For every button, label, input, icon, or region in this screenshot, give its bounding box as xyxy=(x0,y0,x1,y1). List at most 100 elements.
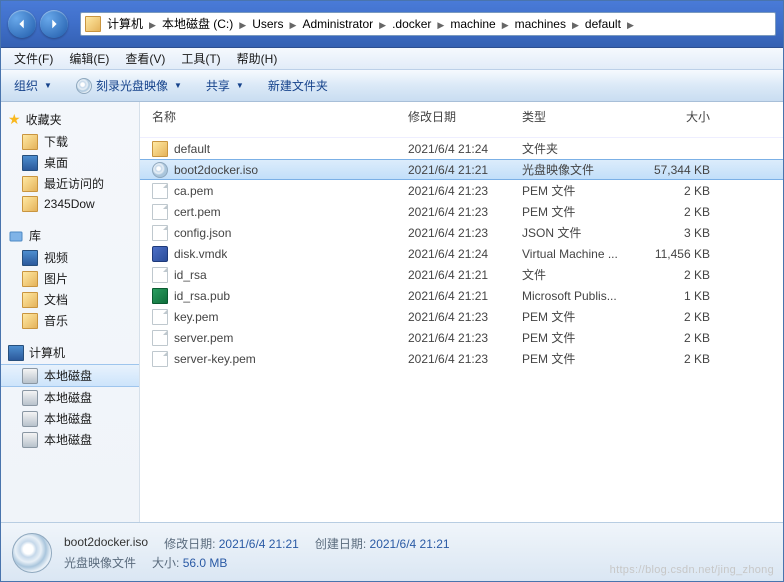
sidebar-favorite-item[interactable]: 下载 xyxy=(0,131,139,152)
star-icon: ★ xyxy=(8,111,21,128)
file-name: server.pem xyxy=(174,331,233,345)
organize-label: 组织 xyxy=(14,77,38,94)
share-button[interactable]: 共享 ▼ xyxy=(200,75,250,96)
sidebar-drive-item[interactable]: 本地磁盘 xyxy=(0,387,139,408)
organize-button[interactable]: 组织 ▼ xyxy=(8,75,58,96)
burn-disc-button[interactable]: 刻录光盘映像 ▼ xyxy=(70,75,188,96)
breadcrumb-segment[interactable]: machines xyxy=(513,17,568,31)
breadcrumb-separator-icon: ▶ xyxy=(286,20,301,30)
favorites-header[interactable]: ★ 收藏夹 xyxy=(0,108,139,131)
file-row[interactable]: id_rsa.pub2021/6/4 21:21Microsoft Publis… xyxy=(140,285,784,306)
sidebar-library-item[interactable]: 图片 xyxy=(0,268,139,289)
file-date: 2021/6/4 21:23 xyxy=(408,205,522,219)
sidebar-drive-item[interactable]: 本地磁盘 xyxy=(0,364,139,387)
file-date: 2021/6/4 21:21 xyxy=(408,268,522,282)
file-size: 1 KB xyxy=(640,289,710,303)
file-date: 2021/6/4 21:23 xyxy=(408,184,522,198)
chevron-down-icon: ▼ xyxy=(174,81,182,90)
breadcrumb-segment[interactable]: .docker xyxy=(390,17,433,31)
favorites-label: 收藏夹 xyxy=(26,111,62,128)
sidebar-favorite-item[interactable]: 桌面 xyxy=(0,152,139,173)
breadcrumb-segment[interactable]: Users xyxy=(250,17,285,31)
breadcrumb-separator-icon: ▶ xyxy=(235,20,250,30)
breadcrumb-separator-icon: ▶ xyxy=(145,20,160,30)
watermark: https://blog.csdn.net/jing_zhong xyxy=(610,564,774,576)
breadcrumb-segment[interactable]: machine xyxy=(448,17,497,31)
breadcrumb-segment[interactable]: Administrator xyxy=(300,17,375,31)
burn-label: 刻录光盘映像 xyxy=(96,77,168,94)
file-row[interactable]: boot2docker.iso2021/6/4 21:21光盘映像文件57,34… xyxy=(140,159,784,180)
details-size-label: 大小: xyxy=(152,556,179,570)
file-size: 3 KB xyxy=(640,226,710,240)
file-date: 2021/6/4 21:23 xyxy=(408,226,522,240)
details-mod-value: 2021/6/4 21:21 xyxy=(219,537,299,551)
file-type: PEM 文件 xyxy=(522,329,640,346)
file-row[interactable]: config.json2021/6/4 21:23JSON 文件3 KB xyxy=(140,222,784,243)
lib-icon xyxy=(22,250,38,266)
breadcrumb-separator-icon: ▶ xyxy=(433,20,448,30)
back-button[interactable] xyxy=(8,10,36,38)
breadcrumb-segment[interactable]: 本地磁盘 (C:) xyxy=(160,17,235,31)
sidebar-favorite-item[interactable]: 2345Dow xyxy=(0,194,139,214)
file-row[interactable]: ca.pem2021/6/4 21:23PEM 文件2 KB xyxy=(140,180,784,201)
file-date: 2021/6/4 21:21 xyxy=(408,163,522,177)
sidebar-library-item[interactable]: 文档 xyxy=(0,289,139,310)
file-name: disk.vmdk xyxy=(174,247,227,261)
file-date: 2021/6/4 21:23 xyxy=(408,331,522,345)
sidebar-drive-item[interactable]: 本地磁盘 xyxy=(0,408,139,429)
address-bar[interactable]: 计算机▶本地磁盘 (C:)▶Users▶Administrator▶.docke… xyxy=(80,12,776,36)
fav-icon xyxy=(22,155,38,171)
fav-label: 2345Dow xyxy=(44,197,95,211)
file-type: 光盘映像文件 xyxy=(522,161,640,178)
file-size: 2 KB xyxy=(640,205,710,219)
breadcrumb-segment[interactable]: default xyxy=(583,17,623,31)
sidebar-favorite-item[interactable]: 最近访问的 xyxy=(0,173,139,194)
file-type: Microsoft Publis... xyxy=(522,289,640,303)
file-date: 2021/6/4 21:24 xyxy=(408,142,522,156)
computer-header[interactable]: 计算机 xyxy=(0,341,139,364)
drive-icon xyxy=(22,411,38,427)
menu-file[interactable]: 文件(F) xyxy=(6,48,61,69)
file-row[interactable]: cert.pem2021/6/4 21:23PEM 文件2 KB xyxy=(140,201,784,222)
file-name: server-key.pem xyxy=(174,352,256,366)
drive-label: 本地磁盘 xyxy=(44,410,92,427)
file-date: 2021/6/4 21:24 xyxy=(408,247,522,261)
new-folder-button[interactable]: 新建文件夹 xyxy=(262,75,334,96)
breadcrumb-segment[interactable]: 计算机 xyxy=(105,17,145,31)
menu-tools[interactable]: 工具(T) xyxy=(173,48,228,69)
sidebar-library-item[interactable]: 音乐 xyxy=(0,310,139,331)
forward-button[interactable] xyxy=(40,10,68,38)
libraries-header[interactable]: 库 xyxy=(0,224,139,247)
file-name: default xyxy=(174,142,210,156)
drive-icon xyxy=(22,390,38,406)
column-type[interactable]: 类型 xyxy=(522,108,640,125)
details-mod-label: 修改日期: xyxy=(164,537,215,551)
sidebar-library-item[interactable]: 视频 xyxy=(0,247,139,268)
menu-help[interactable]: 帮助(H) xyxy=(229,48,286,69)
file-icon xyxy=(152,204,168,220)
main-split: ★ 收藏夹 下载桌面最近访问的 2345Dow 库 视频图片文档音乐 计算机 本地… xyxy=(0,102,784,522)
file-row[interactable]: server-key.pem2021/6/4 21:23PEM 文件2 KB xyxy=(140,348,784,369)
file-icon xyxy=(152,309,168,325)
lib-icon xyxy=(22,292,38,308)
column-size[interactable]: 大小 xyxy=(640,108,710,125)
lib-icon xyxy=(22,271,38,287)
breadcrumb-separator-icon: ▶ xyxy=(568,20,583,30)
file-row[interactable]: default2021/6/4 21:24文件夹 xyxy=(140,138,784,159)
file-type: JSON 文件 xyxy=(522,224,640,241)
sidebar-drive-item[interactable]: 本地磁盘 xyxy=(0,429,139,450)
column-name[interactable]: 名称 xyxy=(150,108,408,125)
disc-icon xyxy=(76,78,92,94)
file-row[interactable]: disk.vmdk 2021/6/4 21:24Virtual Machine .… xyxy=(140,243,784,264)
computer-icon xyxy=(8,345,24,361)
menu-edit[interactable]: 编辑(E) xyxy=(61,48,117,69)
details-create-label: 创建日期: xyxy=(315,537,366,551)
file-row[interactable]: server.pem2021/6/4 21:23PEM 文件2 KB xyxy=(140,327,784,348)
file-type: Virtual Machine ... xyxy=(522,247,640,261)
fav-label: 桌面 xyxy=(44,154,68,171)
menu-view[interactable]: 查看(V) xyxy=(117,48,173,69)
column-date[interactable]: 修改日期 xyxy=(408,108,522,125)
file-row[interactable]: key.pem2021/6/4 21:23PEM 文件2 KB xyxy=(140,306,784,327)
file-row[interactable]: id_rsa2021/6/4 21:21文件2 KB xyxy=(140,264,784,285)
fav-label: 最近访问的 xyxy=(44,175,104,192)
